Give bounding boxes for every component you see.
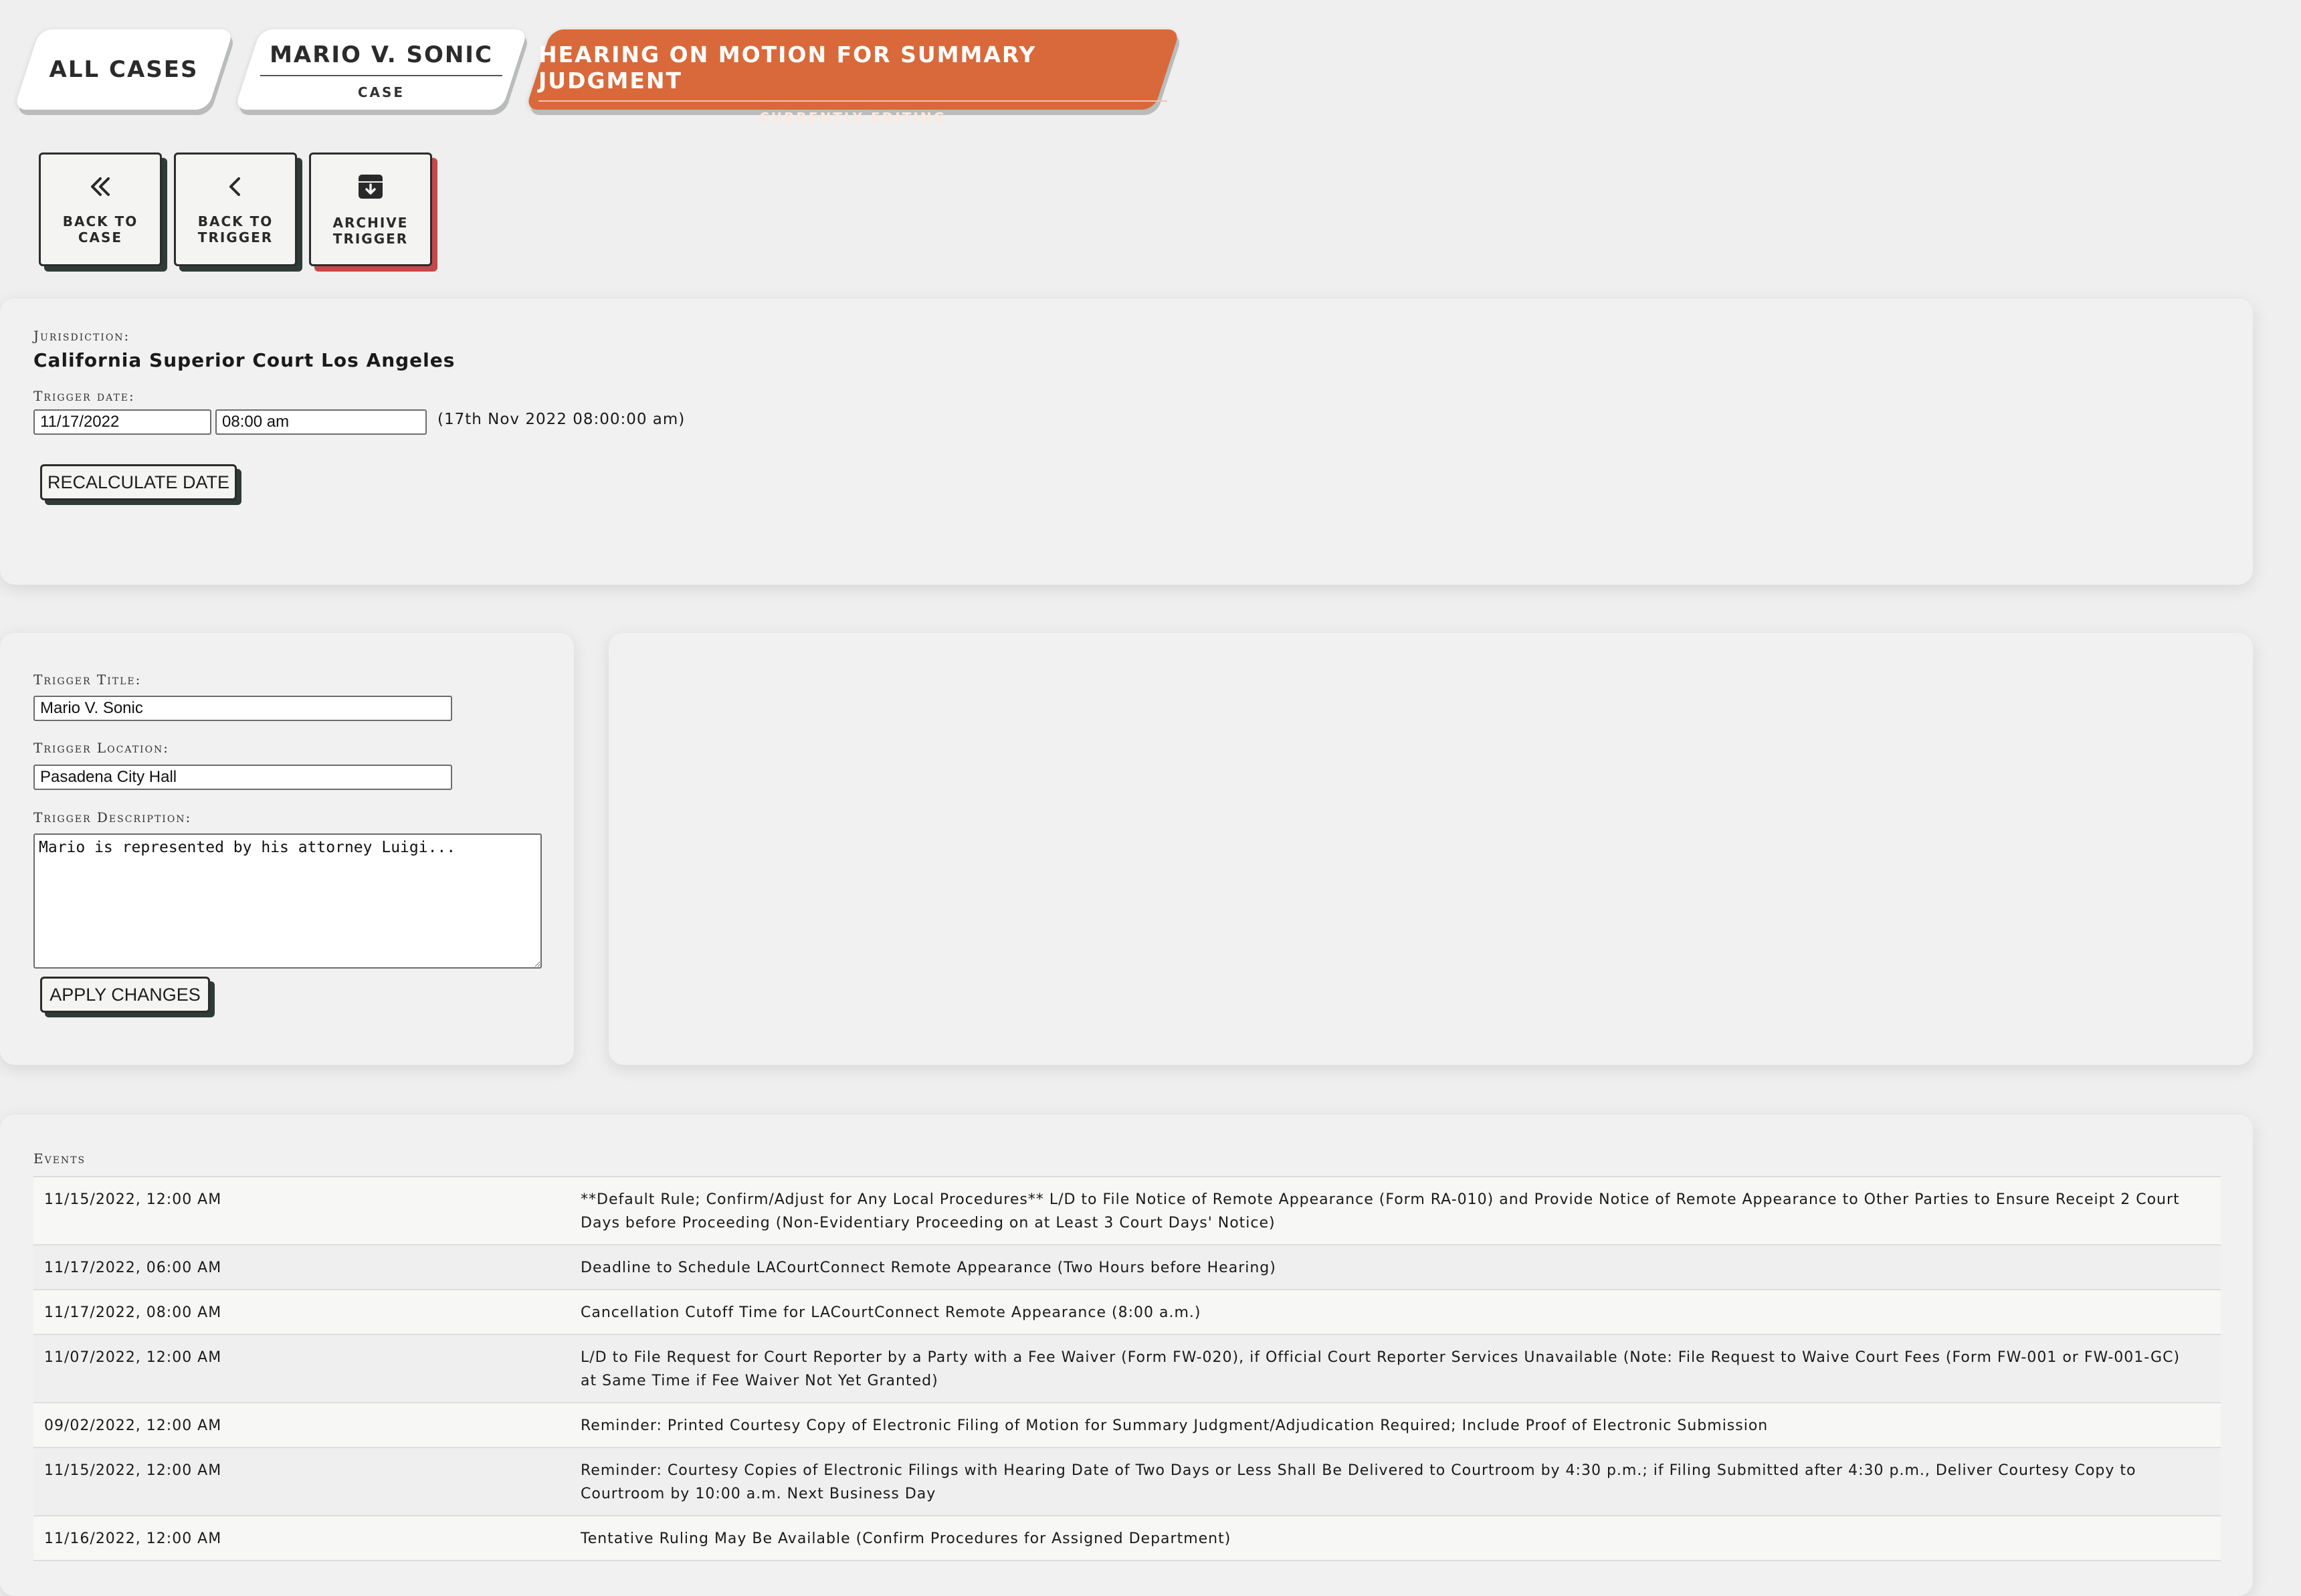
trigger-location-input[interactable] <box>33 765 452 790</box>
table-row[interactable]: 11/16/2022, 12:00 AM Tentative Ruling Ma… <box>33 1516 2221 1561</box>
table-row[interactable]: 11/15/2022, 12:00 AM **Default Rule; Con… <box>33 1177 2221 1245</box>
trigger-title-label: Trigger Title: <box>33 672 142 688</box>
jurisdiction-panel <box>0 298 2253 585</box>
archive-trigger-label: ARCHIVE TRIGGER <box>332 215 409 247</box>
breadcrumb-current-subtitle: CURRENTLY EDITING <box>759 110 946 126</box>
chevron-left-icon <box>222 173 249 200</box>
event-date: 11/15/2022, 12:00 AM <box>44 1462 222 1479</box>
breadcrumb-case[interactable]: MARIO V. SONIC CASE <box>234 29 528 110</box>
trigger-title-input[interactable] <box>33 696 452 721</box>
event-description: Tentative Ruling May Be Available (Confi… <box>581 1530 1231 1547</box>
recalculate-date-button[interactable]: RECALCULATE DATE <box>40 464 237 500</box>
breadcrumb-current: HEARING ON MOTION FOR SUMMARY JUDGMENT C… <box>525 29 1181 126</box>
table-row[interactable]: 09/02/2022, 12:00 AM Reminder: Printed C… <box>33 1403 2221 1448</box>
jurisdiction-label: Jurisdiction: <box>33 328 130 344</box>
back-to-case-label: BACK TO CASE <box>62 213 138 245</box>
event-date: 11/17/2022, 08:00 AM <box>44 1304 222 1321</box>
trigger-location-label: Trigger Location: <box>33 740 170 756</box>
event-description: Cancellation Cutoff Time for LACourtConn… <box>581 1304 1201 1321</box>
events-label: Events <box>33 1151 86 1167</box>
event-date: 11/07/2022, 12:00 AM <box>44 1349 222 1366</box>
event-description: **Default Rule; Confirm/Adjust for Any L… <box>581 1191 2180 1231</box>
event-date: 11/16/2022, 12:00 AM <box>44 1530 222 1547</box>
trigger-description-textarea[interactable]: Mario is represented by his attorney Lui… <box>33 833 542 969</box>
table-row[interactable]: 11/07/2022, 12:00 AM L/D to File Request… <box>33 1335 2221 1403</box>
breadcrumb-case-subtitle: CASE <box>357 84 405 100</box>
event-date: 11/17/2022, 06:00 AM <box>44 1260 222 1276</box>
event-description: L/D to File Request for Court Reporter b… <box>581 1349 2181 1389</box>
trigger-time-input[interactable] <box>215 409 427 435</box>
archive-icon <box>356 172 385 201</box>
breadcrumb-case-title: MARIO V. SONIC <box>260 41 502 76</box>
trigger-description-label: Trigger Description: <box>33 809 192 825</box>
trigger-date-input[interactable] <box>33 409 211 435</box>
event-description: Reminder: Printed Courtesy Copy of Elect… <box>581 1417 1769 1434</box>
breadcrumb-all-cases[interactable]: ALL CASES <box>13 29 234 110</box>
back-to-trigger-button[interactable]: BACK TO TRIGGER <box>174 153 297 266</box>
trigger-date-readout: (17th Nov 2022 08:00:00 am) <box>437 411 686 428</box>
jurisdiction-value: California Superior Court Los Angeles <box>33 349 456 371</box>
back-to-case-button[interactable]: BACK TO CASE <box>39 153 162 266</box>
breadcrumb-current-title: HEARING ON MOTION FOR SUMMARY JUDGMENT <box>538 41 1167 102</box>
event-description: Deadline to Schedule LACourtConnect Remo… <box>581 1260 1276 1276</box>
apply-changes-button[interactable]: APPLY CHANGES <box>40 977 210 1013</box>
breadcrumb-all-cases-label: ALL CASES <box>49 56 199 83</box>
event-description: Reminder: Courtesy Copies of Electronic … <box>581 1462 2136 1502</box>
table-row[interactable]: 11/17/2022, 06:00 AM Deadline to Schedul… <box>33 1245 2221 1290</box>
trigger-date-label: Trigger date: <box>33 388 135 404</box>
events-table: 11/15/2022, 12:00 AM **Default Rule; Con… <box>33 1176 2221 1561</box>
table-row[interactable]: 11/17/2022, 08:00 AM Cancellation Cutoff… <box>33 1290 2221 1335</box>
event-date: 09/02/2022, 12:00 AM <box>44 1417 222 1434</box>
back-to-trigger-label: BACK TO TRIGGER <box>197 213 274 245</box>
table-row[interactable]: 11/15/2022, 12:00 AM Reminder: Courtesy … <box>33 1448 2221 1516</box>
event-date: 11/15/2022, 12:00 AM <box>44 1191 222 1208</box>
archive-trigger-button[interactable]: ARCHIVE TRIGGER <box>309 153 432 266</box>
detail-preview-panel <box>609 633 2253 1065</box>
double-chevron-left-icon <box>87 173 114 200</box>
